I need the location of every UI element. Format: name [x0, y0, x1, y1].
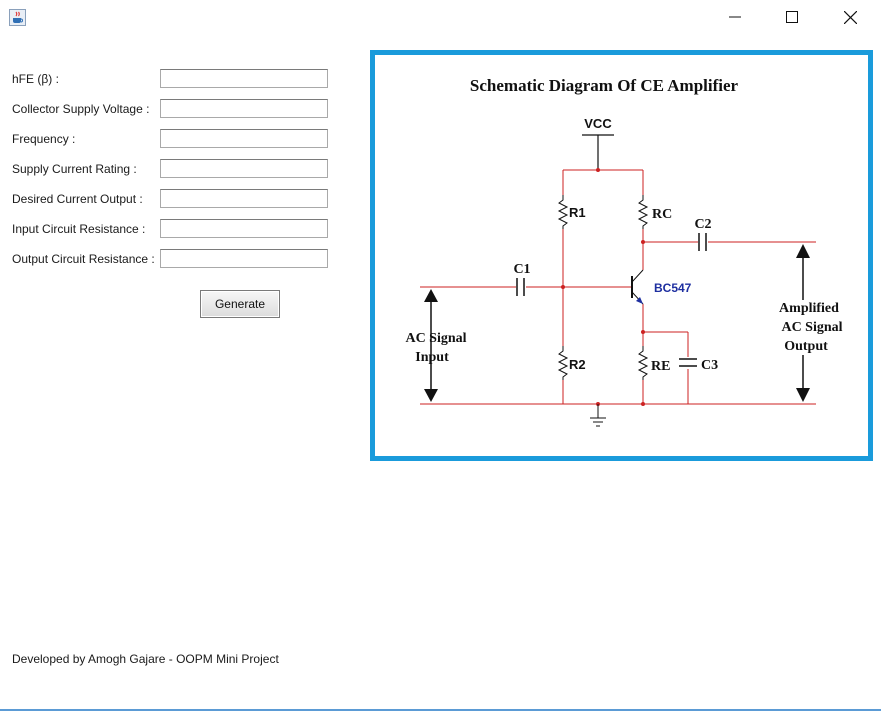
input-label-line2: Input: [415, 350, 449, 365]
rc-resistor: [637, 195, 649, 229]
supply-current-rating-label: Supply Current Rating :: [12, 162, 137, 176]
close-button[interactable]: [821, 0, 879, 34]
vcc-label: VCC: [584, 116, 612, 131]
desired-current-output-input[interactable]: [160, 189, 328, 208]
output-label-line1: Amplified: [779, 301, 839, 316]
transistor-label: BC547: [654, 281, 692, 295]
maximize-icon: [786, 11, 798, 23]
re-resistor: [637, 346, 649, 380]
title-bar: [0, 0, 881, 34]
schematic-title: Schematic Diagram Of CE Amplifier: [470, 76, 739, 95]
vcc-terminal: [582, 134, 614, 170]
r2-label: R2: [569, 357, 586, 372]
frequency-label: Frequency :: [12, 132, 76, 146]
c1-capacitor: [516, 278, 525, 296]
ground-icon: [590, 404, 606, 427]
c3-capacitor: [679, 358, 697, 367]
window-bottom-border: [0, 709, 881, 711]
output-circuit-resistance-label: Output Circuit Resistance :: [12, 252, 155, 266]
c3-label: C3: [701, 358, 718, 373]
ce-amplifier-schematic: Schematic Diagram Of CE Amplifier VCC R1…: [405, 76, 843, 427]
c2-label: C2: [694, 217, 711, 232]
output-label-line2: AC Signal: [781, 320, 842, 335]
frequency-input[interactable]: [160, 129, 328, 148]
c1-label: C1: [513, 262, 530, 277]
circuit-wires: [420, 169, 816, 405]
input-circuit-resistance-label: Input Circuit Resistance :: [12, 222, 146, 236]
generate-button[interactable]: Generate: [200, 290, 280, 318]
hfe-label: hFE (β) :: [12, 72, 59, 86]
c2-capacitor: [698, 233, 707, 251]
collector-supply-voltage-input[interactable]: [160, 99, 328, 118]
r2-resistor: [557, 346, 569, 380]
desired-current-output-label: Desired Current Output :: [12, 192, 143, 206]
input-circuit-resistance-input[interactable]: [160, 219, 328, 238]
transistor-symbol: [631, 269, 644, 305]
java-cup-icon[interactable]: [9, 9, 26, 26]
schematic-panel: Schematic Diagram Of CE Amplifier VCC R1…: [370, 50, 873, 461]
output-circuit-resistance-input[interactable]: [160, 249, 328, 268]
re-label: RE: [651, 359, 670, 374]
maximize-button[interactable]: [763, 0, 821, 34]
output-label-line3: Output: [784, 339, 828, 354]
footer-credit: Developed by Amogh Gajare - OOPM Mini Pr…: [12, 652, 279, 666]
close-icon: [843, 10, 857, 24]
supply-current-rating-input[interactable]: [160, 159, 328, 178]
hfe-input[interactable]: [160, 69, 328, 88]
r1-resistor: [557, 195, 569, 229]
collector-supply-voltage-label: Collector Supply Voltage :: [12, 102, 150, 116]
rc-label: RC: [652, 207, 672, 222]
minimize-button[interactable]: [706, 0, 764, 34]
r1-label: R1: [569, 205, 586, 220]
minimize-icon: [729, 16, 741, 18]
input-label-line1: AC Signal: [405, 331, 466, 346]
